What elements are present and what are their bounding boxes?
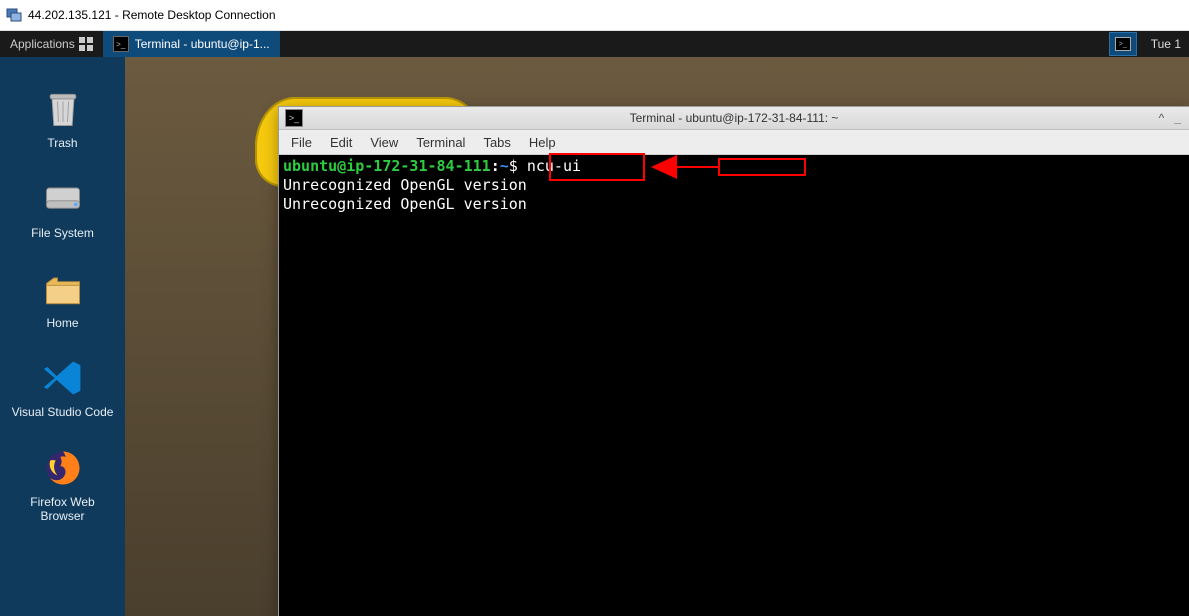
desktop-icon-label: Visual Studio Code [12, 406, 114, 420]
terminal-prompt-suffix: $ [509, 157, 527, 175]
desktop-icon-area: Trash File System Home Visual Studio Cod… [0, 57, 125, 616]
desktop-icon-label: Trash [47, 137, 77, 151]
rdp-title-text: 44.202.135.121 - Remote Desktop Connecti… [28, 8, 276, 22]
menu-file[interactable]: File [291, 135, 312, 150]
terminal-window: >_ Terminal - ubuntu@ip-172-31-84-111: ~… [278, 106, 1189, 616]
menu-edit[interactable]: Edit [330, 135, 352, 150]
terminal-icon: >_ [285, 109, 303, 127]
system-tray: >_ Tue 1 [1101, 32, 1189, 56]
applications-menu[interactable]: Applications [0, 31, 103, 57]
terminal-prompt-path: ~ [500, 157, 509, 175]
terminal-output[interactable]: ubuntu@ip-172-31-84-111:~$ ncu-ui Unreco… [279, 155, 1189, 616]
terminal-menu-bar: File Edit View Terminal Tabs Help [279, 130, 1189, 155]
rdp-title-bar: 44.202.135.121 - Remote Desktop Connecti… [0, 0, 1189, 31]
desktop-icon-label: File System [31, 227, 94, 241]
taskbar-item-terminal[interactable]: >_ Terminal - ubuntu@ip-1... [103, 31, 280, 57]
window-minimize-button[interactable]: _ [1174, 111, 1181, 125]
menu-terminal[interactable]: Terminal [416, 135, 465, 150]
terminal-command: ncu-ui [527, 157, 581, 175]
terminal-output-line: Unrecognized OpenGL version [283, 195, 1185, 214]
remote-desktop-area: TechLatest.Net Applications >_ Terminal … [0, 31, 1189, 616]
terminal-titlebar[interactable]: >_ Terminal - ubuntu@ip-172-31-84-111: ~… [279, 107, 1189, 130]
desktop-icon-label: Home [46, 317, 78, 331]
rdp-icon [6, 7, 22, 23]
desktop-icon-label: Firefox Web Browser [8, 496, 118, 524]
desktop-icon-trash[interactable]: Trash [8, 87, 118, 151]
menu-help[interactable]: Help [529, 135, 556, 150]
tray-terminal-indicator[interactable]: >_ [1109, 32, 1137, 56]
desktop-icon-filesystem[interactable]: File System [8, 177, 118, 241]
window-button-menu-up-icon[interactable]: ^ [1159, 111, 1165, 125]
desktop-icon-firefox[interactable]: Firefox Web Browser [8, 446, 118, 524]
taskbar-item-label: Terminal - ubuntu@ip-1... [135, 37, 270, 51]
terminal-icon: >_ [113, 36, 129, 52]
terminal-output-line: Unrecognized OpenGL version [283, 176, 1185, 195]
menu-tabs[interactable]: Tabs [483, 135, 510, 150]
desktop-icon-home[interactable]: Home [8, 267, 118, 331]
app-grid-icon [79, 37, 93, 51]
menu-view[interactable]: View [370, 135, 398, 150]
terminal-prompt-sep: : [491, 157, 500, 175]
panel-clock[interactable]: Tue 1 [1145, 37, 1181, 51]
terminal-prompt-user-host: ubuntu@ip-172-31-84-111 [283, 157, 491, 175]
top-panel: Applications >_ Terminal - ubuntu@ip-1..… [0, 31, 1189, 57]
terminal-title-text: Terminal - ubuntu@ip-172-31-84-111: ~ [279, 111, 1189, 125]
desktop-icon-vscode[interactable]: Visual Studio Code [8, 356, 118, 420]
